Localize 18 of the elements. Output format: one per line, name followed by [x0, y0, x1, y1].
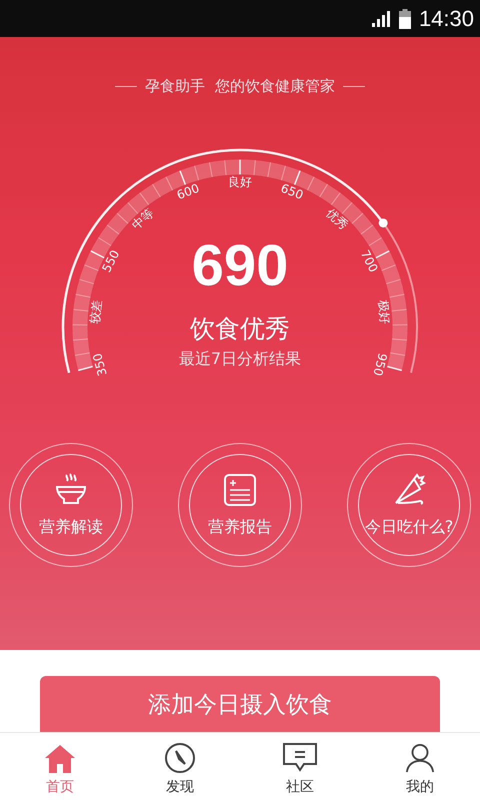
- signal-icon: [370, 10, 391, 28]
- bowl-icon: [54, 472, 88, 506]
- nav-tab[interactable]: 首页: [0, 733, 120, 800]
- report-icon: [223, 472, 257, 506]
- chat-icon: [282, 742, 318, 774]
- person-icon: [405, 742, 435, 774]
- feature-button[interactable]: 营养解读: [9, 443, 133, 567]
- feature-button[interactable]: 营养报告: [178, 443, 302, 567]
- home-icon: [44, 744, 76, 774]
- app-tagline: 孕食助手 您的饮食健康管家: [145, 77, 335, 96]
- nav-tab[interactable]: 我的: [360, 733, 480, 800]
- add-intake-button[interactable]: 添加今日摄入饮食: [40, 676, 440, 732]
- clock: 14:30: [418, 6, 474, 32]
- compass-icon: [164, 742, 196, 774]
- battery-icon: [398, 8, 411, 28]
- nav-tab[interactable]: 发现: [120, 733, 240, 800]
- nav-tab[interactable]: 社区: [240, 733, 360, 800]
- feature-button[interactable]: 今日吃什么?: [347, 443, 471, 567]
